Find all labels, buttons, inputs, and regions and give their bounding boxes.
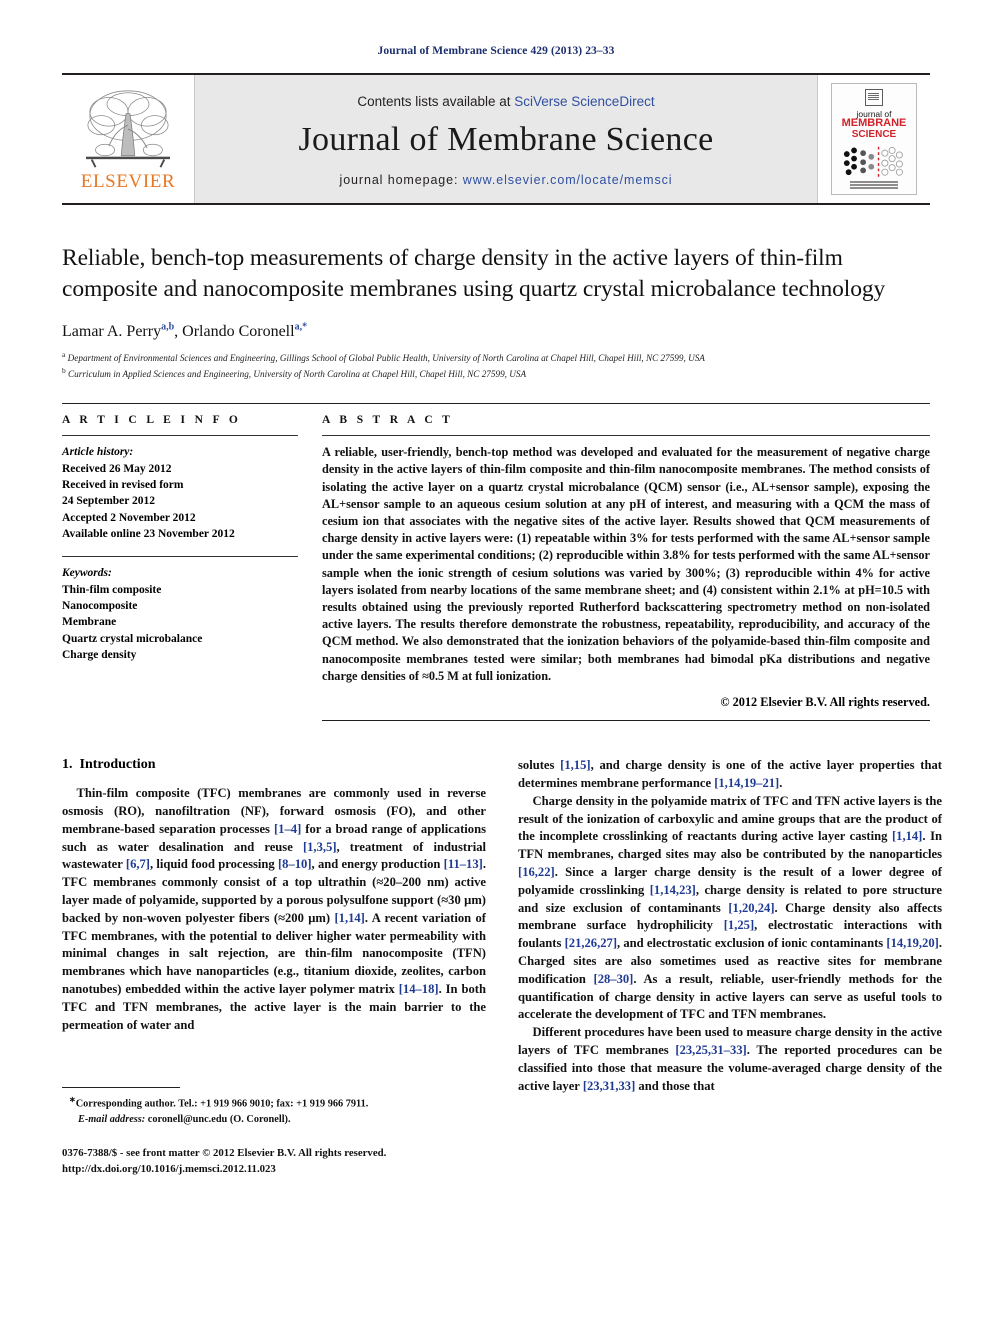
article-history-line: Available online 23 November 2012 — [62, 527, 235, 540]
body-column-right: solutes [1,15], and charge density is on… — [518, 757, 942, 1177]
elsevier-tree-icon — [86, 90, 170, 168]
corresponding-author-note: ∗Corresponding author. Tel.: +1 919 966 … — [62, 1094, 486, 1112]
footnote-divider — [62, 1087, 180, 1089]
email-label: E-mail address: — [78, 1113, 146, 1125]
doi-line[interactable]: http://dx.doi.org/10.1016/j.memsci.2012.… — [62, 1161, 486, 1177]
sciencedirect-link[interactable]: SciVerse ScienceDirect — [514, 94, 654, 109]
keywords-block: Keywords: Thin-film composite Nanocompos… — [62, 556, 298, 663]
keywords-heading: Keywords: — [62, 567, 112, 580]
publisher-logo: ELSEVIER — [62, 75, 195, 203]
cover-line-membrane: MEMBRANE — [841, 117, 907, 129]
article-page: Journal of Membrane Science 429 (2013) 2… — [0, 0, 992, 1323]
abstract-label: A B S T R A C T — [322, 414, 454, 427]
journal-homepage-line: journal homepage: www.elsevier.com/locat… — [340, 173, 673, 187]
journal-masthead: ELSEVIER Contents lists available at Sci… — [62, 73, 930, 205]
intro-paragraph: Charge density in the polyamide matrix o… — [518, 793, 942, 1022]
issn-block: 0376-7388/$ - see front matter © 2012 El… — [62, 1145, 486, 1177]
title-block: Reliable, bench-top measurements of char… — [62, 243, 930, 381]
body-columns: 1. Introduction Thin-film composite (TFC)… — [62, 757, 942, 1177]
article-history-line: 24 September 2012 — [62, 495, 156, 508]
article-history-line: Received in revised form — [62, 478, 184, 491]
journal-cover-panel: journal of MEMBRANE SCIENCE — [817, 75, 930, 203]
info-abstract-section: A R T I C L E I N F O Article history: R… — [62, 403, 930, 722]
abstract-bottom-divider — [322, 720, 930, 722]
page-title: Reliable, bench-top measurements of char… — [62, 245, 886, 302]
keyword-item: Thin-film composite — [62, 583, 162, 596]
keyword-item: Charge density — [62, 648, 137, 661]
body-column-left: 1. Introduction Thin-film composite (TFC)… — [62, 757, 486, 1177]
contents-available-line: Contents lists available at SciVerse Sci… — [357, 94, 654, 109]
section-number: 1. — [62, 757, 73, 773]
article-history-line: Accepted 2 November 2012 — [62, 511, 196, 524]
author-names: Lamar A. Perrya,b, Orlando Coronella,* — [62, 322, 308, 341]
article-info-column: A R T I C L E I N F O Article history: R… — [62, 414, 298, 721]
abstract-copyright: © 2012 Elsevier B.V. All rights reserved… — [720, 695, 930, 710]
corresponding-author-text: Corresponding author. Tel.: +1 919 966 9… — [75, 1098, 369, 1110]
keywords-divider — [62, 556, 298, 558]
cover-elsevier-mark-icon — [865, 89, 883, 106]
article-history-heading: Article history: — [62, 446, 134, 459]
intro-paragraph: solutes [1,15], and charge density is on… — [518, 758, 942, 790]
journal-title: Journal of Membrane Science — [298, 120, 714, 158]
running-head: Journal of Membrane Science 429 (2013) 2… — [377, 45, 615, 57]
asterisk-icon: ∗ — [69, 1095, 76, 1105]
intro-paragraph: Thin-film composite (TFC) membranes are … — [62, 786, 486, 1032]
author-list: Lamar A. Perrya,b, Orlando Coronella,* — [62, 322, 930, 341]
issn-line: 0376-7388/$ - see front matter © 2012 El… — [62, 1146, 387, 1159]
cover-line-science: SCIENCE — [851, 128, 897, 140]
masthead-center: Contents lists available at SciVerse Sci… — [195, 75, 817, 203]
journal-homepage-link[interactable]: www.elsevier.com/locate/memsci — [463, 173, 673, 187]
keyword-item: Nanocomposite — [62, 599, 138, 612]
intro-paragraph: Different procedures have been used to m… — [518, 1025, 942, 1093]
affiliation-text-b: Curriculum in Applied Sciences and Engin… — [68, 368, 527, 379]
section-title: Introduction — [79, 757, 156, 773]
email-value[interactable]: coronell@unc.edu (O. Coronell). — [148, 1114, 291, 1125]
keyword-item: Quartz crystal microbalance — [62, 632, 203, 645]
affiliation-marker-a: a — [62, 350, 66, 360]
contents-prefix: Contents lists available at — [357, 93, 515, 109]
article-info-divider — [62, 435, 298, 437]
affiliation-a: a Department of Environmental Sciences a… — [62, 350, 930, 365]
section-heading-introduction: 1. Introduction — [62, 757, 486, 773]
email-note: E-mail address: coronell@unc.edu (O. Cor… — [62, 1113, 486, 1128]
abstract-column: A B S T R A C T A reliable, user-friendl… — [322, 414, 930, 722]
keyword-item: Membrane — [62, 616, 117, 629]
journal-cover-thumbnail[interactable]: journal of MEMBRANE SCIENCE — [831, 83, 917, 195]
elsevier-wordmark: ELSEVIER — [80, 171, 176, 192]
cover-footer-lines — [850, 180, 898, 195]
article-history-line: Received 26 May 2012 — [62, 462, 172, 475]
footnote-block: ∗Corresponding author. Tel.: +1 919 966 … — [62, 1087, 486, 1177]
homepage-prefix: journal homepage: — [339, 172, 463, 187]
affiliation-marker-b: b — [62, 365, 66, 375]
affiliation-text-a: Department of Environmental Sciences and… — [67, 353, 705, 364]
affiliation-b: b Curriculum in Applied Sciences and Eng… — [62, 366, 930, 381]
article-info-label: A R T I C L E I N F O — [62, 414, 242, 427]
cover-molecule-artwork-icon — [843, 146, 903, 178]
abstract-text: A reliable, user-friendly, bench-top met… — [322, 445, 930, 683]
abstract-divider — [322, 435, 930, 437]
